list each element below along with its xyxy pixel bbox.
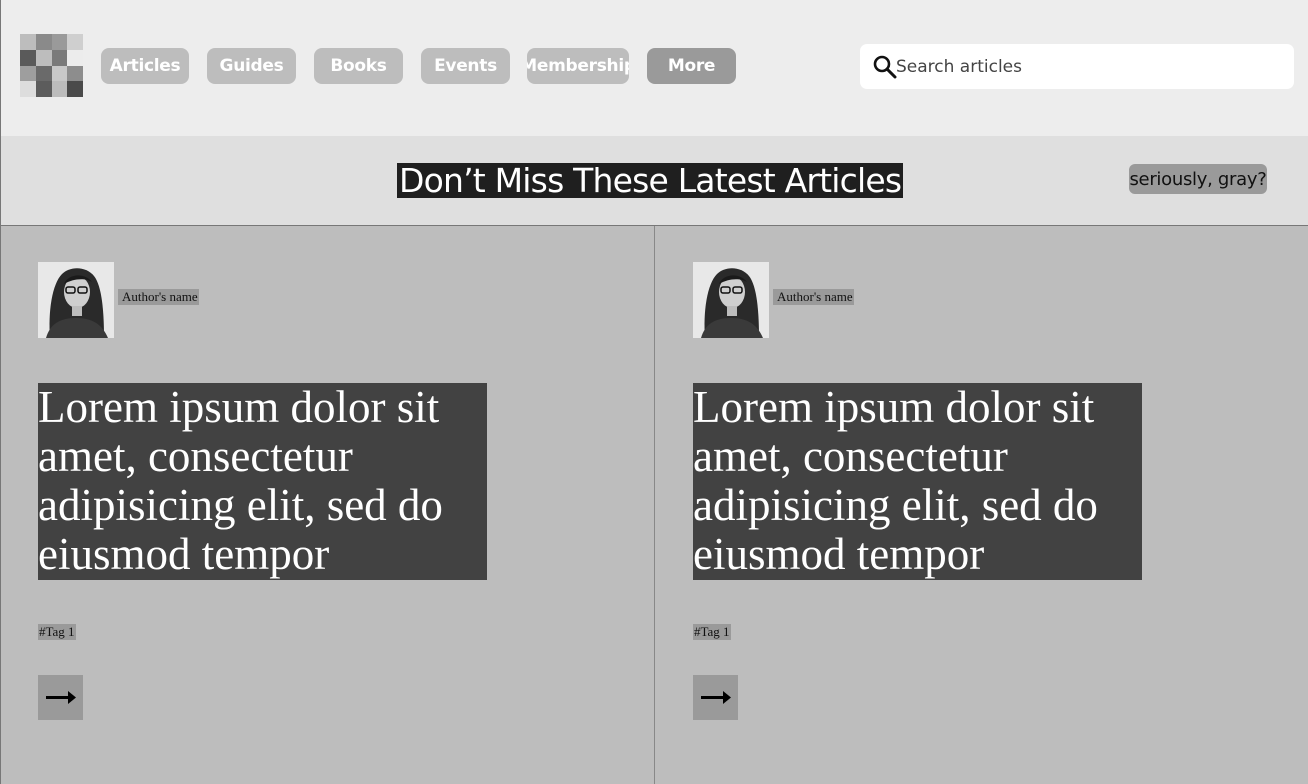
- top-navigation: Articles Guides Books Events Membership …: [0, 0, 1308, 136]
- search-input[interactable]: [896, 44, 1286, 89]
- article-headline[interactable]: Lorem ipsum dolor sit amet, consectetur …: [693, 383, 1142, 580]
- arrow-right-icon: [46, 691, 76, 704]
- author-name[interactable]: Author's name: [118, 289, 199, 305]
- nav-more[interactable]: More: [647, 48, 736, 84]
- avatar: [38, 262, 114, 338]
- search-icon[interactable]: [872, 54, 898, 80]
- article-tag[interactable]: #Tag 1: [38, 624, 76, 640]
- article-headline[interactable]: Lorem ipsum dolor sit amet, consectetur …: [38, 383, 487, 580]
- nav-books[interactable]: Books: [314, 48, 403, 84]
- nav-articles[interactable]: Articles: [101, 48, 189, 84]
- logo[interactable]: [20, 34, 83, 97]
- read-more-button[interactable]: [38, 675, 83, 720]
- article-tag[interactable]: #Tag 1: [693, 624, 731, 640]
- article-card: Author's name Lorem ipsum dolor sit amet…: [656, 226, 1308, 784]
- avatar: [693, 262, 769, 338]
- nav-membership[interactable]: Membership: [527, 48, 629, 84]
- nav-guides[interactable]: Guides: [207, 48, 296, 84]
- nav-events[interactable]: Events: [421, 48, 510, 84]
- page-title: Don’t Miss These Latest Articles: [397, 161, 904, 200]
- search-box[interactable]: [860, 44, 1294, 89]
- author-photo: [693, 262, 769, 338]
- author-name[interactable]: Author's name: [773, 289, 854, 305]
- read-more-button[interactable]: [693, 675, 738, 720]
- gray-badge[interactable]: seriously, gray?: [1129, 164, 1267, 194]
- article-card: Author's name Lorem ipsum dolor sit amet…: [0, 226, 655, 784]
- latest-articles-banner: Don’t Miss These Latest Articles serious…: [0, 136, 1308, 226]
- arrow-right-icon: [701, 691, 731, 704]
- author-photo: [38, 262, 114, 338]
